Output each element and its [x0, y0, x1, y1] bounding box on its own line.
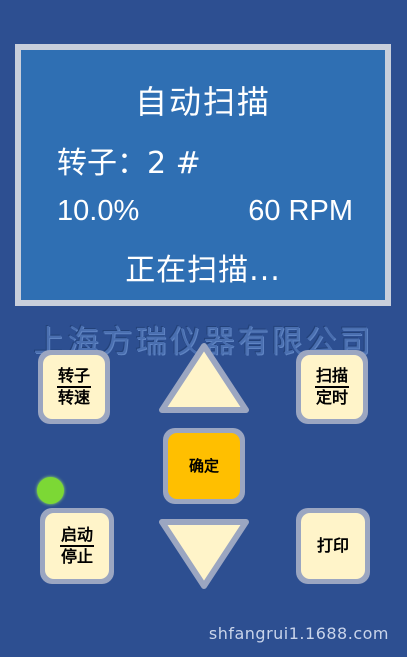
print-button[interactable]: 打印: [296, 508, 370, 584]
rotor-speed-label-top: 转子: [56, 367, 91, 388]
print-button-face: 打印: [301, 513, 365, 579]
confirm-button-face: 确定: [168, 433, 240, 499]
lcd-mode-title: 自动扫描: [134, 83, 271, 121]
lcd-speed-rpm: 60 RPM: [248, 195, 353, 227]
rotor-speed-button-face: 转子 转速: [43, 355, 105, 419]
print-label: 打印: [316, 536, 349, 555]
start-stop-button[interactable]: 启动 停止: [40, 508, 114, 584]
lcd-screen: 自动扫描 转子：2 # 10.0% 60 RPM 正在扫描...: [21, 50, 385, 300]
control-panel: 自动扫描 转子：2 # 10.0% 60 RPM 正在扫描... 上海方瑞仪器有…: [0, 0, 407, 657]
lcd-status-line: 正在扫描...: [125, 253, 281, 288]
confirm-button[interactable]: 确定: [163, 428, 245, 504]
start-stop-label-top: 启动: [59, 526, 94, 547]
rotor-speed-label-bottom: 转速: [57, 388, 90, 407]
scan-timer-button[interactable]: 扫描 定时: [296, 350, 368, 424]
status-led: [37, 477, 64, 504]
start-stop-label-bottom: 停止: [60, 547, 93, 566]
scan-timer-label-top: 扫描: [314, 367, 349, 388]
confirm-label: 确定: [188, 457, 219, 475]
up-arrow-icon[interactable]: [158, 342, 250, 414]
scan-timer-button-face: 扫描 定时: [301, 355, 363, 419]
start-stop-button-face: 启动 停止: [45, 513, 109, 579]
website-watermark: shfangrui1.1688.com: [208, 624, 389, 643]
lcd-progress-percent: 10.0%: [57, 195, 140, 227]
down-arrow-icon[interactable]: [158, 518, 250, 590]
scan-timer-label-bottom: 定时: [315, 388, 348, 407]
lcd-screen-frame: 自动扫描 转子：2 # 10.0% 60 RPM 正在扫描...: [15, 44, 391, 306]
rotor-speed-button[interactable]: 转子 转速: [38, 350, 110, 424]
lcd-rotor-line: 转子：2 #: [57, 146, 201, 181]
